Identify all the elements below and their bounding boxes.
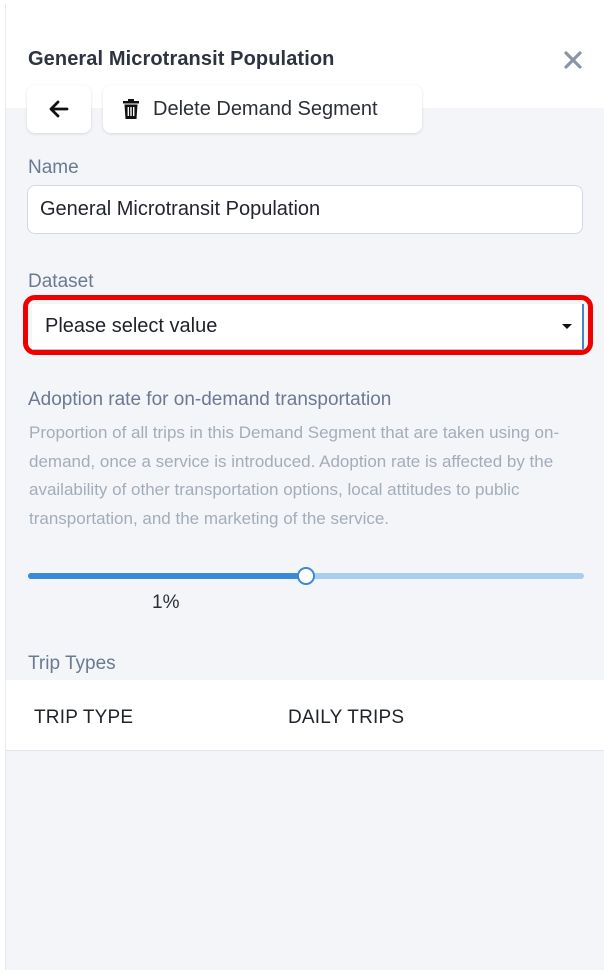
adoption-rate-heading: Adoption rate for on-demand transportati… [28, 389, 392, 410]
close-button[interactable] [559, 46, 587, 74]
slider-thumb[interactable] [297, 567, 315, 585]
trip-types-table-header: TRIP TYPE DAILY TRIPS [6, 680, 604, 751]
arrow-left-icon [49, 100, 69, 118]
adoption-rate-slider[interactable] [28, 567, 584, 585]
page: General Microtransit Population Delete D… [0, 0, 604, 974]
trip-types-label: Trip Types [28, 653, 116, 674]
dataset-selected-value: Please select value [45, 315, 218, 337]
trash-icon [123, 99, 139, 119]
name-label: Name [28, 157, 79, 178]
column-header-trip-type[interactable]: TRIP TYPE [34, 707, 133, 729]
delete-button-label: Delete Demand Segment [153, 97, 378, 120]
delete-demand-segment-button[interactable]: Delete Demand Segment [103, 85, 422, 133]
dataset-select[interactable]: Please select value [32, 304, 584, 350]
adoption-rate-description: Proportion of all trips in this Demand S… [29, 423, 560, 528]
close-icon [564, 51, 582, 69]
back-button[interactable] [27, 85, 91, 133]
column-header-daily-trips[interactable]: DAILY TRIPS [288, 707, 404, 729]
caret-down-icon [562, 324, 572, 329]
adoption-rate-value: 1% [152, 592, 180, 613]
dataset-label: Dataset [28, 271, 94, 292]
demand-segment-panel: General Microtransit Population Delete D… [5, 4, 604, 970]
name-field[interactable]: General Microtransit Population [27, 185, 583, 234]
slider-fill [28, 573, 306, 579]
page-title: General Microtransit Population [28, 48, 335, 70]
